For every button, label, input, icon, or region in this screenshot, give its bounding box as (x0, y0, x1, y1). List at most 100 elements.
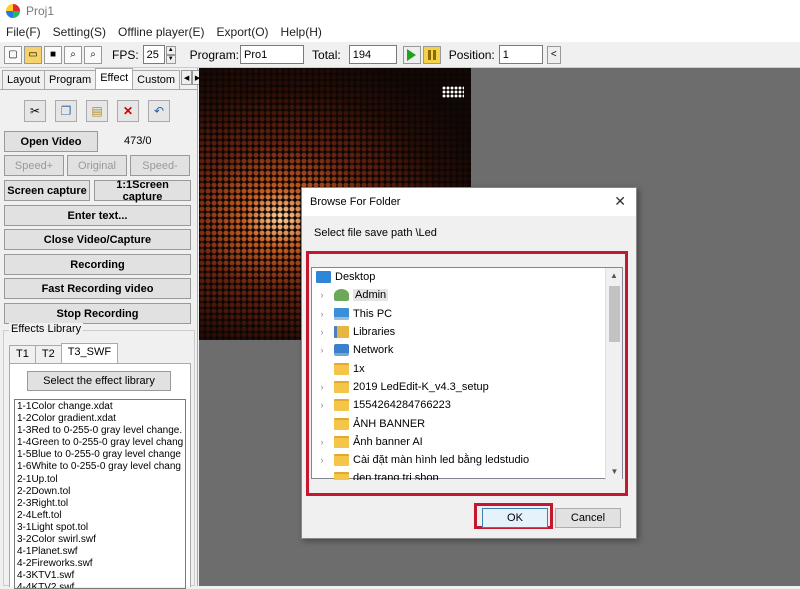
tree-row[interactable]: › Network (312, 341, 606, 359)
chevron-right-icon[interactable]: › (316, 345, 328, 355)
pause-button[interactable] (422, 45, 441, 64)
tree-row[interactable]: ẢNH BANNER (312, 414, 606, 432)
open-video-button[interactable]: Open Video (4, 131, 98, 152)
spin-up-icon[interactable]: ▲ (165, 45, 176, 55)
close-icon[interactable]: ✕ (614, 193, 626, 210)
list-item[interactable]: 1-4Green to 0-255-0 gray level chang (17, 437, 183, 449)
enter-text-button[interactable]: Enter text... (4, 205, 191, 226)
list-item[interactable]: 1-5Blue to 0-255-0 gray level change (17, 449, 183, 461)
tree-scrollbar[interactable]: ▲ ▼ (605, 268, 622, 480)
original-speed-button[interactable]: Original (67, 155, 127, 176)
frame-counter: 473/0 (124, 135, 152, 147)
list-item[interactable]: 2-4Left.tol (17, 510, 183, 522)
chevron-right-icon[interactable]: › (316, 327, 328, 337)
close-video-button[interactable]: Close Video/Capture (4, 229, 191, 250)
list-item[interactable]: 3-1Light spot.tol (17, 522, 183, 534)
tree-row[interactable]: › Admin (312, 286, 606, 304)
list-item[interactable]: 4-2Fireworks.swf (17, 558, 183, 570)
chevron-right-icon[interactable]: › (316, 309, 328, 319)
cancel-button[interactable]: Cancel (555, 508, 621, 528)
position-input[interactable] (498, 45, 543, 64)
recording-button[interactable]: Recording (4, 254, 191, 275)
list-item[interactable]: 1-3Red to 0-255-0 gray level change. (17, 425, 183, 437)
save-icon[interactable]: ■ (44, 45, 62, 64)
list-item[interactable]: 2-3Right.tol (17, 498, 183, 510)
screen-capture-button[interactable]: Screen capture (4, 180, 90, 201)
tab-program[interactable]: Program (44, 70, 97, 89)
user-icon (334, 289, 349, 302)
tree-row[interactable]: › Libraries (312, 323, 606, 341)
menu-help[interactable]: Help(H) (275, 25, 328, 39)
tree-row[interactable]: › 1554264284766223 (312, 396, 606, 414)
screen-capture-1to1-button[interactable]: 1:1Screen capture (94, 179, 191, 203)
led-dots-icon (442, 86, 464, 98)
list-item[interactable]: 4-3KTV1.swf (17, 570, 183, 582)
toolbar: ▢ ▭ ■ ⌕ ⌕ FPS: ▲ ▼ Program: Total: Posit… (0, 42, 800, 68)
list-item[interactable]: 2-1Up.tol (17, 474, 183, 486)
tree-label: Ảnh banner AI (353, 435, 423, 448)
menu-offline-player[interactable]: Offline player(E) (112, 25, 210, 39)
menu-export[interactable]: Export(O) (211, 25, 275, 39)
tab-t2[interactable]: T2 (34, 345, 62, 363)
list-item[interactable]: 1-1Color change.xdat (17, 401, 183, 413)
tree-row[interactable]: › Ảnh banner AI (312, 433, 606, 451)
list-item[interactable]: 2-2Down.tol (17, 486, 183, 498)
tab-effect[interactable]: Effect (95, 68, 134, 89)
total-input[interactable] (348, 45, 397, 64)
delete-icon[interactable]: ✕ (117, 100, 139, 122)
menu-setting[interactable]: Setting(S) (47, 25, 112, 39)
desktop-icon (316, 271, 331, 284)
copy-icon[interactable]: ❐ (55, 100, 77, 122)
tree-row[interactable]: › Cài đặt màn hình led bằng ledstudio (312, 451, 606, 469)
stop-recording-button[interactable]: Stop Recording (4, 303, 191, 324)
tree-row[interactable]: › 2019 LedEdit-K_v4.3_setup (312, 378, 606, 396)
folder-icon (334, 435, 349, 448)
spin-down-icon[interactable]: ▼ (165, 54, 176, 64)
prev-arrow-icon[interactable]: < (546, 45, 561, 64)
tab-t3-swf[interactable]: T3_SWF (60, 343, 119, 363)
tab-custom[interactable]: Custom (132, 70, 181, 89)
ok-button[interactable]: OK (482, 508, 548, 528)
menu-bar: File(F) Setting(S) Offline player(E) Exp… (0, 22, 800, 42)
open-folder-icon[interactable]: ▭ (24, 45, 42, 64)
tree-label: 1554264284766223 (353, 399, 451, 412)
play-button[interactable] (402, 45, 421, 64)
chevron-right-icon[interactable]: › (316, 400, 328, 410)
tab-t1[interactable]: T1 (9, 345, 36, 363)
program-input[interactable] (240, 45, 305, 64)
chevron-right-icon[interactable]: › (316, 382, 328, 392)
undo-icon[interactable]: ↶ (148, 100, 170, 122)
speed-up-button[interactable]: Speed+ (4, 155, 64, 176)
effects-list[interactable]: 1-1Color change.xdat 1-2Color gradient.xd… (14, 399, 186, 589)
speed-down-button[interactable]: Speed- (130, 155, 190, 176)
fps-spinner[interactable]: ▲ ▼ (165, 45, 176, 64)
zoom-in-icon[interactable]: ⌕ (64, 45, 82, 64)
fast-recording-button[interactable]: Fast Recording video (4, 278, 191, 299)
total-label: Total: (312, 47, 341, 62)
list-item[interactable]: 3-2Color swirl.swf (17, 534, 183, 546)
tab-left-icon[interactable]: ◀ (181, 70, 193, 85)
tab-layout[interactable]: Layout (2, 70, 46, 89)
zoom-out-icon[interactable]: ⌕ (84, 45, 102, 64)
list-item[interactable]: 1-2Color gradient.xdat (17, 413, 183, 425)
list-item[interactable]: 1-6White to 0-255-0 gray level chang (17, 461, 183, 473)
chevron-right-icon[interactable]: › (316, 437, 328, 447)
tree-row[interactable]: Desktop (312, 268, 606, 286)
chevron-right-icon[interactable]: › (316, 290, 328, 300)
menu-file[interactable]: File(F) (0, 25, 47, 39)
tree-row[interactable]: 1x (312, 359, 606, 377)
select-effect-library-button[interactable]: Select the effect library (27, 371, 171, 391)
pause-icon (427, 49, 431, 60)
list-item[interactable]: 4-1Planet.swf (17, 546, 183, 558)
paste-icon[interactable]: ▤ (86, 100, 108, 122)
tree-row[interactable]: den trang tri shop (312, 469, 606, 480)
new-file-icon[interactable]: ▢ (4, 45, 22, 64)
scroll-down-icon[interactable]: ▼ (606, 464, 623, 480)
title-bar: Proj1 (0, 0, 800, 22)
scroll-thumb[interactable] (609, 286, 620, 342)
cut-icon[interactable]: ✂ (24, 100, 46, 122)
chevron-right-icon[interactable]: › (316, 455, 328, 465)
scroll-up-icon[interactable]: ▲ (606, 268, 622, 284)
tree-row[interactable]: › This PC (312, 305, 606, 323)
fps-input[interactable] (142, 45, 165, 64)
